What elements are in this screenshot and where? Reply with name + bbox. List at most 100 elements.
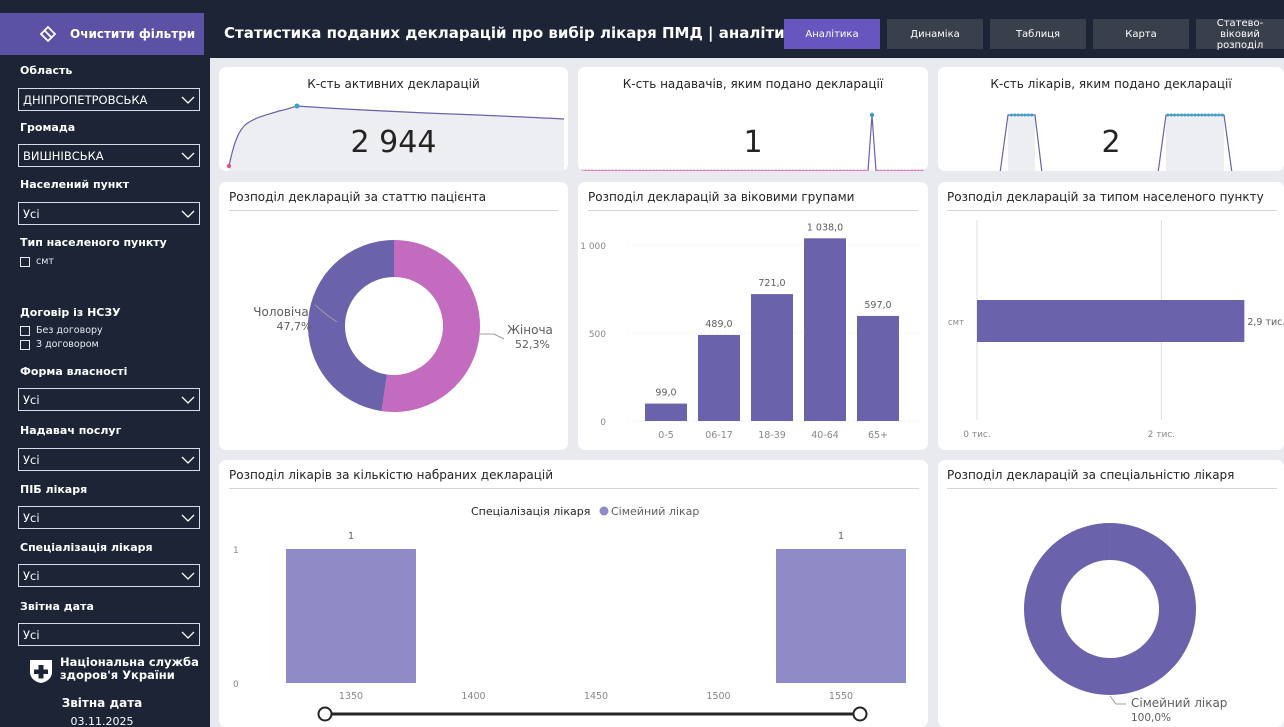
checkbox-label: З договором (36, 339, 99, 350)
filter-label-settlement-type: Тип населеного пункту (20, 236, 167, 249)
sparkline-point (696, 169, 700, 171)
doctor-bar[interactable] (286, 549, 416, 683)
dashboard: Очистити фільтри Область ДНІПРОПЕТРОВСЬК… (0, 0, 1284, 727)
sparkline-point (1193, 113, 1197, 117)
filter-label-doctor: ПІБ лікаря (20, 483, 88, 496)
label-specialty-value: 100,0% (1131, 712, 1171, 724)
sparkline-point (672, 169, 676, 171)
doctor-bar[interactable] (776, 549, 906, 683)
sparkline-point (733, 169, 737, 171)
legend-item[interactable]: Сімейний лікар (611, 505, 699, 518)
doctor-bar-value-label: 1 (348, 531, 354, 542)
gender-chart-card[interactable]: Розподіл декларацій за статтю пацієнта Ч… (219, 182, 568, 450)
sparkline-point (835, 169, 839, 171)
sparkline-point (1026, 113, 1030, 117)
settlement-dropdown[interactable]: Усі (18, 202, 200, 225)
sparkline-point (893, 169, 897, 171)
report-date-dropdown[interactable]: Усі (18, 623, 200, 646)
kpi-value: 1 (743, 125, 763, 160)
contract-checkbox-with[interactable]: З договором (20, 339, 99, 350)
sparkline-point (1009, 113, 1013, 117)
sparkline-point (1217, 113, 1221, 117)
eraser-icon (38, 24, 58, 44)
settlement-chart-card[interactable]: Розподіл декларацій за типом населеного … (938, 182, 1284, 450)
contract-checkbox-none[interactable]: Без договору (20, 325, 103, 336)
checkbox-box (20, 256, 30, 267)
sparkline-point (624, 169, 628, 171)
sparkline-point (682, 169, 686, 171)
age-bar-chart: 0 500 1 000 99,0 0-5 489,0 06-17 721,0 18-39 1 03… (580, 222, 918, 441)
sparkline-point (808, 169, 812, 171)
sparkline-point (587, 169, 591, 171)
chevron-down-icon (181, 96, 195, 104)
sparkline-point (685, 169, 689, 171)
sparkline-point (855, 169, 859, 171)
sparkline-point (903, 169, 907, 171)
y-tick-label: 1 000 (580, 242, 606, 252)
ownership-dropdown[interactable]: Усі (18, 388, 200, 411)
tab-analytics[interactable]: Аналітика (784, 19, 880, 49)
specialty-chart-card[interactable]: Розподіл декларацій за спеціальністю лік… (938, 460, 1284, 727)
sparkline-point (842, 169, 846, 171)
age-bar[interactable] (698, 334, 740, 421)
doctor-dropdown-value: Усі (23, 510, 40, 525)
sparkline-point (811, 169, 815, 171)
age-bar-value-label: 99,0 (655, 388, 676, 399)
sparkline-point (747, 169, 751, 171)
settlement-bar[interactable] (977, 300, 1245, 342)
sparkline-point (787, 169, 791, 171)
tab-map[interactable]: Карта (1093, 19, 1189, 49)
slice-female[interactable] (381, 240, 480, 412)
doctors-chart-card[interactable]: Розподіл лікарів за кількістю набраних д… (219, 460, 928, 727)
age-bar[interactable] (857, 315, 899, 421)
legend-dot (599, 506, 609, 516)
tab-sex-age[interactable]: Статево-віковий розподіл (1196, 18, 1284, 51)
sparkline-point (594, 169, 598, 171)
age-bar[interactable] (804, 238, 846, 421)
checkbox-label: Без договору (36, 325, 103, 336)
settlement-type-checkbox-smt[interactable]: смт (20, 256, 54, 267)
sparkline-point (781, 169, 785, 171)
nszu-brand: Національна служба здоров'я України (28, 656, 200, 684)
sparkline-point (1196, 113, 1200, 117)
filter-sidebar: Очистити фільтри Область ДНІПРОПЕТРОВСЬК… (0, 0, 204, 727)
y-tick-label: 1 (233, 546, 239, 556)
sparkline-point (1186, 113, 1190, 117)
oblast-dropdown[interactable]: ДНІПРОПЕТРОВСЬКА (18, 88, 200, 111)
tab-table[interactable]: Таблиця (990, 19, 1086, 49)
clear-filters-button[interactable]: Очистити фільтри (0, 13, 204, 55)
ownership-dropdown-value: Усі (23, 392, 40, 407)
age-bar-value-label: 489,0 (705, 319, 732, 330)
sparkline-max-point (294, 103, 300, 109)
sparkline-point (692, 169, 696, 171)
age-chart-card[interactable]: Розподіл декларацій за віковими групами … (578, 182, 928, 450)
sparkline-point (913, 169, 917, 171)
sparkline-point (879, 169, 883, 171)
kpi-doctors[interactable]: К-сть лікарів, яким подано декларації 2 (938, 67, 1284, 171)
age-bar[interactable] (645, 403, 687, 421)
sparkline-point (1176, 113, 1180, 117)
sparkline-point (1166, 113, 1170, 117)
slice-family-doctor[interactable] (1023, 523, 1196, 695)
sparkline-point (645, 169, 649, 171)
kpi-providers[interactable]: К-сть надавачів, яким подано декларації … (578, 67, 928, 171)
slice-male[interactable] (308, 240, 394, 412)
specialization-dropdown[interactable]: Усі (18, 564, 200, 587)
tab-dynamics[interactable]: Динаміка (887, 19, 983, 49)
sparkline-point (662, 169, 666, 171)
doctor-dropdown[interactable]: Усі (18, 506, 200, 529)
sparkline-point (896, 169, 900, 171)
sparkline-max-point (869, 112, 875, 118)
sparkline-point (716, 169, 720, 171)
chevron-down-icon (181, 514, 195, 522)
label-female-name: Жіноча (507, 323, 553, 337)
sparkline-point (774, 169, 778, 171)
age-bar[interactable] (751, 294, 793, 421)
hromada-dropdown[interactable]: ВИШНІВСЬКА (18, 144, 200, 167)
sparkline-point (730, 169, 734, 171)
kpi-active-declarations[interactable]: К-сть активних декларацій 2 944 (219, 67, 568, 171)
provider-dropdown[interactable]: Усі (18, 448, 200, 471)
filter-label-settlement: Населений пункт (20, 178, 130, 191)
nszu-logo-icon (30, 660, 52, 683)
sparkline-point (621, 169, 625, 171)
